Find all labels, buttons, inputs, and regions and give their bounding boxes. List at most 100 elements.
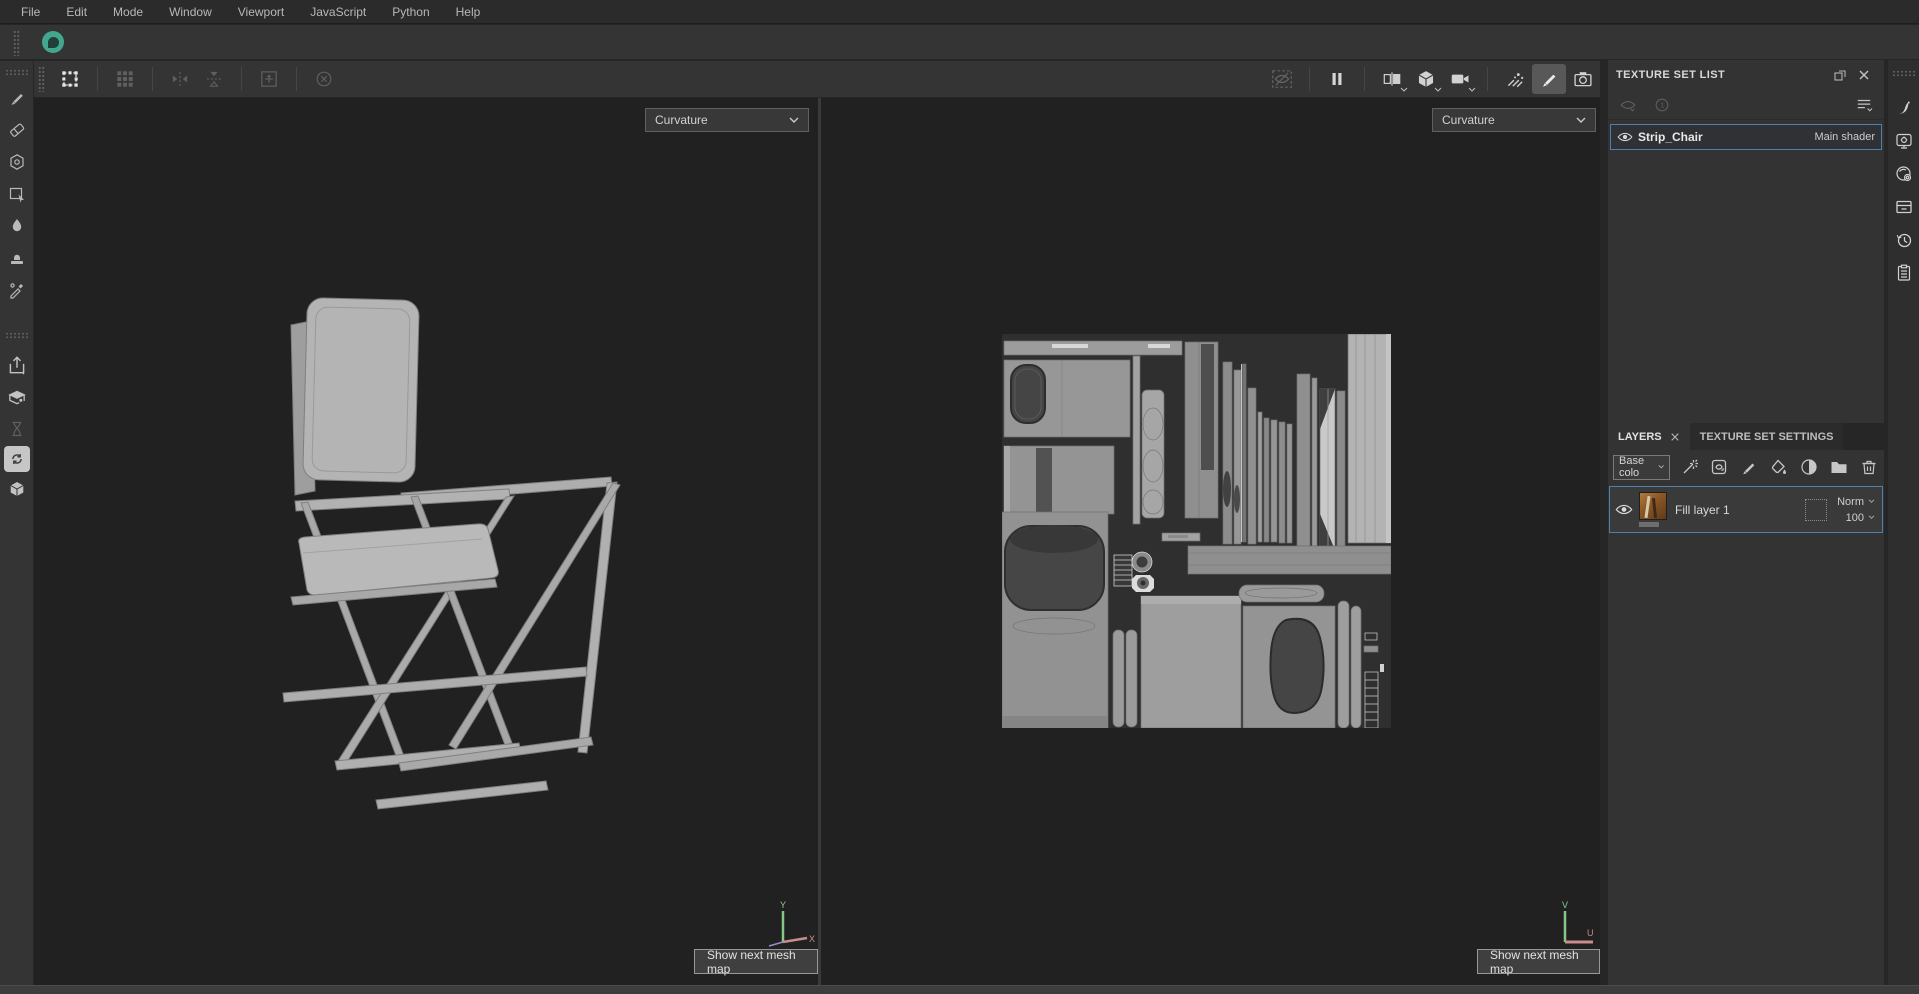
polygon-fill-tool-button[interactable] [2, 179, 32, 209]
transform-icon [62, 71, 78, 87]
material-picker-tool-button[interactable] [2, 275, 32, 305]
layer-row[interactable]: Fill layer 1 Norm 100 [1609, 486, 1883, 533]
menu-mode[interactable]: Mode [100, 0, 156, 24]
screenshot-camera-button[interactable] [1566, 64, 1600, 94]
undock-panel-button[interactable] [1828, 63, 1852, 87]
assets-button[interactable] [2, 474, 32, 504]
pivot-frame-icon [261, 71, 277, 87]
photo-camera-icon [1574, 72, 1592, 87]
layer-name[interactable]: Fill layer 1 [1675, 503, 1805, 517]
dock-drag-handle[interactable] [1891, 70, 1916, 77]
mirror-vertical-button[interactable] [197, 64, 231, 94]
reset-rotation-button[interactable] [307, 64, 341, 94]
resources-updater-button[interactable] [3, 446, 30, 472]
resources-updater-icon [11, 454, 22, 464]
smudge-tool-button[interactable] [2, 211, 32, 241]
eraser-tool-button[interactable] [2, 115, 32, 145]
menu-help[interactable]: Help [443, 0, 494, 24]
toolbar-drag-handle[interactable] [13, 30, 20, 56]
assets-cube-icon [9, 482, 24, 496]
add-paint-layer-button[interactable] [1739, 455, 1760, 479]
show-next-mesh-map-button-2d[interactable]: Show next mesh map [1477, 948, 1600, 976]
toggle-mask-visibility-button[interactable] [1265, 64, 1299, 94]
viewport-3d[interactable]: Curvature Y X Show next mesh map [34, 98, 818, 985]
menu-window[interactable]: Window [156, 0, 225, 24]
viewport-2d[interactable]: Curvature V U Show next mesh map [821, 98, 1600, 985]
add-effect-button[interactable] [1679, 455, 1700, 479]
uv-tile-grid-button[interactable] [108, 64, 142, 94]
viewport-area[interactable]: Curvature Y X Show next mesh map Curvatu… [34, 98, 1600, 985]
channel-filter-dropdown[interactable]: Base colo [1613, 454, 1671, 480]
paint-brush-tool-button[interactable] [1532, 64, 1566, 94]
tab-layers-label: LAYERS [1618, 430, 1662, 443]
delete-layer-button[interactable] [1858, 455, 1879, 479]
clone-tool-button[interactable] [2, 243, 32, 273]
paint-tool-button[interactable] [2, 83, 32, 113]
mesh-map-dropdown-3d[interactable]: Curvature [645, 108, 809, 132]
add-smart-mask-button[interactable] [1799, 455, 1820, 479]
chevron-down-icon [1434, 87, 1442, 92]
dock-shader-settings-button[interactable] [1891, 161, 1917, 187]
substance-painter-logo-icon[interactable] [42, 31, 64, 53]
dock-display-settings-button[interactable] [1891, 128, 1917, 154]
chevron-down-icon [1868, 515, 1875, 519]
uv-texture-map[interactable] [1002, 334, 1391, 728]
transform-tool-button[interactable] [53, 64, 87, 94]
tab-texture-set-settings[interactable]: TEXTURE SET SETTINGS [1689, 423, 1844, 450]
brush-stroke-icon [1898, 101, 1910, 114]
add-smart-material-button[interactable] [1709, 455, 1730, 479]
tab-layers[interactable]: LAYERS [1608, 423, 1690, 450]
particle-brush-button[interactable] [1498, 64, 1532, 94]
mesh-map-dropdown-2d-value: Curvature [1442, 113, 1495, 127]
add-group-button[interactable] [1828, 455, 1849, 479]
list-options-button[interactable] [1852, 93, 1876, 117]
material-picker-icon [9, 283, 23, 299]
dock-log-button[interactable] [1891, 260, 1917, 286]
dock-properties-button[interactable] [1891, 95, 1917, 121]
visibility-eye-icon[interactable] [1617, 131, 1633, 143]
pause-engine-button[interactable] [1320, 64, 1354, 94]
chevron-down-icon [1468, 87, 1476, 92]
sphere-gear-icon [1895, 165, 1911, 181]
texture-set-shader-label[interactable]: Main shader [1814, 131, 1875, 143]
camera-view-button[interactable] [1443, 64, 1477, 94]
3d-only-view-button[interactable] [1409, 64, 1443, 94]
trash-icon [1862, 460, 1876, 475]
show-next-mesh-map-button-3d[interactable]: Show next mesh map [694, 948, 818, 976]
layer-mask-slot[interactable] [1805, 498, 1828, 521]
pivot-frame-button[interactable] [252, 64, 286, 94]
folder-icon [1831, 462, 1847, 473]
dock-history-button[interactable] [1891, 227, 1917, 253]
menu-javascript[interactable]: JavaScript [297, 0, 379, 24]
menu-viewport[interactable]: Viewport [225, 0, 297, 24]
dock-shelf-button[interactable] [1891, 194, 1917, 220]
mirror-horizontal-button[interactable] [163, 64, 197, 94]
geometry-mask-button[interactable] [2, 382, 32, 412]
toolbar-drag-handle[interactable] [38, 66, 45, 92]
split-2d-3d-view-button[interactable] [1375, 64, 1409, 94]
close-panel-button[interactable] [1852, 63, 1876, 87]
opacity-dropdown[interactable]: 100 [1846, 512, 1875, 524]
menu-bar: File Edit Mode Window Viewport JavaScrip… [0, 0, 1919, 24]
sidebar-drag-handle[interactable] [4, 69, 29, 76]
solo-view-button[interactable]: 1 [1650, 93, 1674, 117]
smart-mask-icon [1801, 459, 1817, 475]
add-fill-layer-button[interactable] [1769, 455, 1790, 479]
layer-visibility-eye-icon[interactable] [1615, 503, 1633, 516]
blend-mode-dropdown[interactable]: Norm [1837, 496, 1875, 508]
close-tab-icon[interactable] [1670, 432, 1680, 442]
texture-set-row[interactable]: Strip_Chair Main shader [1610, 124, 1882, 150]
layer-thumbnail[interactable] [1639, 492, 1667, 520]
menu-file[interactable]: File [8, 0, 53, 24]
uv-tile-grid-icon [117, 71, 133, 87]
toolbar-separator [1309, 67, 1310, 91]
menu-edit[interactable]: Edit [53, 0, 100, 24]
toggle-all-visibility-button[interactable] [1616, 93, 1640, 117]
menu-python[interactable]: Python [379, 0, 442, 24]
export-textures-button[interactable] [2, 350, 32, 380]
sidebar-drag-handle[interactable] [4, 332, 29, 339]
chair-3d-model[interactable] [281, 295, 641, 825]
bake-mesh-maps-button[interactable] [2, 414, 32, 444]
mesh-map-dropdown-2d[interactable]: Curvature [1432, 108, 1596, 132]
projection-tool-button[interactable] [2, 147, 32, 177]
